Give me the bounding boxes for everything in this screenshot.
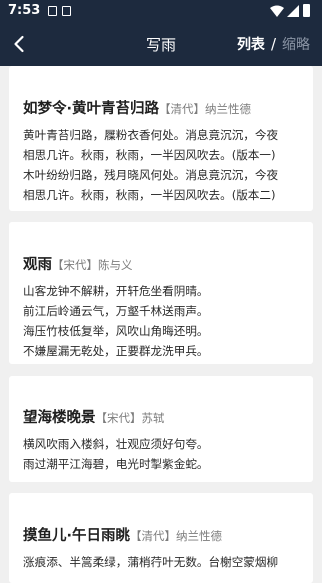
poem-content: 黄叶青苔归路，屧粉衣香何处。消息竟沉沉，今夜 相思几许。秋雨，秋雨，一半因风吹去… (23, 125, 299, 205)
poem-heading: 望海楼晚景【宋代】苏轼 (23, 406, 299, 427)
status-time: 7:53 (8, 3, 41, 18)
battery-icon (303, 4, 310, 17)
poem-heading: 观雨【宋代】陈与义 (23, 253, 299, 274)
poem-author: 纳兰性德 (176, 529, 223, 543)
poem-heading: 如梦令·黄叶青苔归路【清代】纳兰性德 (23, 97, 299, 118)
poem-line: 山客龙钟不解耕，开轩危坐看阴晴。 (23, 284, 209, 298)
tab-list[interactable]: 列表 (237, 34, 265, 54)
poem-dynasty: 【宋代】 (52, 258, 98, 272)
poem-title: 摸鱼儿·午日雨眺 (23, 528, 131, 544)
notification-icon (62, 6, 71, 16)
view-toggle: 列表 / 缩略 (237, 34, 310, 54)
poem-card[interactable]: 观雨【宋代】陈与义 山客龙钟不解耕，开轩危坐看阴晴。 前江后岭通云气，万壑千林送… (9, 222, 313, 364)
poem-title: 观雨 (23, 257, 52, 273)
poem-line: 不嫌屋漏无乾处，正要群龙洗甲兵。 (23, 344, 209, 358)
poem-line: 木叶纷纷归路，残月晓风何处。消息竟沉沉，今夜 (23, 168, 279, 182)
tab-separator: / (270, 35, 276, 53)
poem-heading: 摸鱼儿·午日雨眺【清代】纳兰性德 (23, 524, 299, 545)
poem-line: 横风吹雨入楼斜，壮观应须好句夸。 (23, 437, 209, 451)
poem-card[interactable]: 望海楼晚景【宋代】苏轼 横风吹雨入楼斜，壮观应须好句夸。 雨过潮平江海碧，电光时… (9, 376, 313, 482)
signal-icon (287, 5, 299, 17)
poem-title: 如梦令·黄叶青苔归路 (23, 101, 160, 117)
poem-line: 海压竹枝低复举，风吹山角晦还明。 (23, 324, 209, 338)
poem-content: 横风吹雨入楼斜，壮观应须好句夸。 雨过潮平江海碧，电光时掣紫金蛇。 (23, 434, 299, 474)
poem-author: 纳兰性德 (205, 102, 252, 116)
poem-dynasty: 【清代】 (159, 102, 206, 116)
poem-card[interactable]: 摸鱼儿·午日雨眺【清代】纳兰性德 涨痕添、半篙柔绿，蒲梢荇叶无数。台榭空蒙烟柳 (9, 493, 313, 583)
poem-line: 相思几许。秋雨，秋雨，一半因风吹去。(版本二) (23, 188, 276, 202)
poem-author: 陈与义 (98, 258, 133, 272)
poem-content: 涨痕添、半篙柔绿，蒲梢荇叶无数。台榭空蒙烟柳 (23, 552, 299, 572)
poem-title: 望海楼晚景 (23, 410, 96, 426)
poem-content: 山客龙钟不解耕，开轩危坐看阴晴。 前江后岭通云气，万壑千林送雨声。 海压竹枝低复… (23, 281, 299, 361)
poem-line: 黄叶青苔归路，屧粉衣香何处。消息竟沉沉，今夜 (23, 128, 279, 142)
poem-card[interactable]: 如梦令·黄叶青苔归路【清代】纳兰性德 黄叶青苔归路，屧粉衣香何处。消息竟沉沉，今… (9, 66, 313, 211)
poem-line: 前江后岭通云气，万壑千林送雨声。 (23, 304, 209, 318)
poem-dynasty: 【清代】 (130, 529, 177, 543)
wifi-icon (270, 5, 284, 17)
poem-line: 雨过潮平江海碧，电光时掣紫金蛇。 (23, 457, 209, 471)
poem-line: 涨痕添、半篙柔绿，蒲梢荇叶无数。台榭空蒙烟柳 (23, 555, 279, 569)
poem-line: 相思几许。秋雨，秋雨，一半因风吹去。(版本一) (23, 148, 276, 162)
notification-icon (48, 6, 57, 16)
nav-bar: 写雨 列表 / 缩略 (0, 24, 322, 66)
app-header: 7:53 写雨 列表 / 缩略 (0, 0, 322, 66)
poem-author: 苏轼 (141, 411, 165, 425)
poem-dynasty: 【宋代】 (95, 411, 142, 425)
tab-brief[interactable]: 缩略 (282, 34, 310, 54)
status-bar: 7:53 (0, 0, 322, 24)
